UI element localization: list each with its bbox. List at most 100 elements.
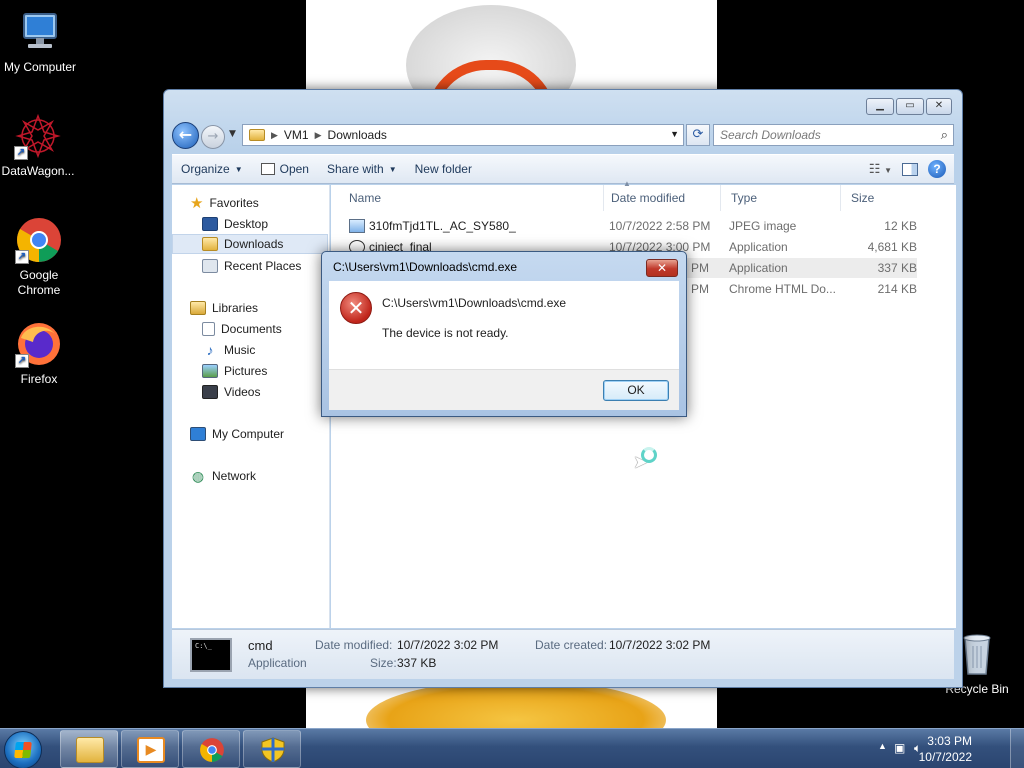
computer-icon	[16, 8, 64, 56]
clock-date[interactable]: 10/7/2022	[919, 750, 972, 764]
change-view-icon[interactable]: ☷ ▼	[869, 161, 892, 177]
dialog-path: C:\Users\vm1\Downloads\cmd.exe	[382, 296, 567, 310]
taskbar-security-button[interactable]	[243, 730, 301, 768]
details-size: 337 KB	[397, 656, 437, 670]
column-label: Name	[349, 191, 382, 205]
shortcut-arrow-icon: ↗	[15, 354, 29, 368]
libraries-icon	[190, 301, 206, 315]
desktop-icon-firefox[interactable]: ↗ Firefox	[0, 320, 79, 387]
nav-item-documents[interactable]: Documents	[202, 319, 282, 339]
refresh-button[interactable]: ⟳	[686, 124, 710, 146]
share-with-button[interactable]: Share with ▼	[318, 155, 406, 183]
recent-pages-dropdown[interactable]: ▼	[229, 129, 236, 139]
nav-item-music[interactable]: ♪ Music	[202, 340, 256, 360]
navigation-pane: ★ Favorites Desktop Downloads Recent Plac…	[172, 185, 330, 628]
explorer-folder-icon	[76, 737, 104, 763]
nav-label: Favorites	[209, 196, 259, 210]
address-bar[interactable]: ▶ VM1 ▶ Downloads ▼	[242, 124, 684, 146]
new-folder-button[interactable]: New folder	[406, 155, 481, 183]
dialog-close-button[interactable]: ✕	[646, 259, 678, 277]
desktop-icon-datawagon[interactable]: ↗ DataWagon...	[0, 112, 78, 179]
organize-button[interactable]: Organize ▼	[172, 155, 252, 183]
column-header-name[interactable]: Name	[339, 185, 604, 211]
column-header-type[interactable]: Type	[721, 185, 841, 211]
music-icon: ♪	[206, 342, 214, 358]
details-pane: C:\_ cmd Application Date modified: 10/7…	[172, 629, 954, 679]
computer-icon	[190, 427, 206, 441]
ok-button[interactable]: OK	[603, 380, 669, 401]
nav-label: Network	[212, 469, 257, 483]
file-row[interactable]: 310fmTjd1TL._AC_SY580_ 10/7/2022 2:58 PM…	[335, 216, 917, 236]
file-date: 10/7/2022 2:58 PM	[609, 219, 711, 233]
file-date: PM	[691, 261, 709, 275]
desktop-icon-label: DataWagon...	[1, 164, 75, 178]
shield-icon	[259, 737, 287, 763]
cmd-thumbnail-icon: C:\_	[190, 638, 232, 672]
dialog-message: The device is not ready.	[382, 326, 509, 340]
network-tray-icon[interactable]: ▣	[894, 741, 905, 755]
back-button[interactable]: ←	[172, 122, 199, 149]
clock-time[interactable]: 3:03 PM	[927, 734, 972, 748]
details-date-created: 10/7/2022 3:02 PM	[609, 638, 711, 652]
chrome-icon	[198, 737, 226, 763]
help-icon[interactable]: ?	[928, 160, 946, 178]
column-label: Size	[851, 191, 875, 205]
search-input[interactable]: Search Downloads ⌕	[713, 124, 954, 146]
column-header-date-modified[interactable]: Date modified	[601, 185, 721, 211]
chevron-down-icon[interactable]: ▼	[670, 129, 679, 139]
taskbar-media-player-button[interactable]: ▶	[121, 730, 179, 768]
system-tray: ▲ ▣ 🔈︎ 3:03 PM 10/7/2022	[864, 729, 1024, 768]
new-folder-label: New folder	[414, 162, 472, 176]
desktop-icon-chrome[interactable]: ↗ Google Chrome	[0, 216, 79, 298]
file-type: Chrome HTML Do...	[729, 282, 836, 296]
open-icon	[260, 163, 275, 175]
maximize-button[interactable]: ▭	[896, 98, 924, 115]
open-button[interactable]: Open	[252, 155, 318, 183]
forward-button[interactable]: →	[201, 125, 225, 149]
close-button[interactable]: ✕	[926, 98, 952, 115]
details-file-kind: Application	[248, 656, 307, 670]
network-icon: ◍	[191, 467, 205, 484]
error-dialog[interactable]: C:\Users\vm1\Downloads\cmd.exe ✕ ✕ C:\Us…	[321, 251, 687, 417]
desktop-icon-my-computer[interactable]: My Computer	[0, 8, 80, 75]
nav-item-my-computer[interactable]: My Computer	[190, 424, 284, 444]
nav-item-recent-places[interactable]: Recent Places	[202, 256, 301, 276]
nav-item-desktop[interactable]: Desktop	[202, 214, 268, 234]
details-file-name: cmd	[248, 638, 273, 653]
taskbar-explorer-button[interactable]	[60, 730, 118, 768]
shortcut-arrow-icon: ↗	[14, 146, 28, 160]
nav-item-libraries[interactable]: Libraries	[190, 298, 258, 318]
nav-item-network[interactable]: ◍ Network	[190, 466, 256, 486]
minimize-button[interactable]: ▁	[866, 98, 894, 115]
organize-label: Organize	[181, 162, 230, 176]
file-type: JPEG image	[729, 219, 797, 233]
nav-label: Recent Places	[224, 259, 302, 273]
nav-label: Music	[224, 343, 256, 357]
breadcrumb-vm1[interactable]: VM1	[284, 128, 309, 142]
videos-icon	[202, 385, 218, 399]
show-desktop-button[interactable]	[1010, 729, 1024, 768]
nav-label: Videos	[224, 385, 261, 399]
dialog-body: ✕ C:\Users\vm1\Downloads\cmd.exe The dev…	[329, 281, 679, 369]
chrome-icon: ↗	[15, 216, 63, 264]
search-icon[interactable]: ⌕	[941, 127, 948, 143]
column-header-size[interactable]: Size	[841, 185, 917, 211]
chevron-down-icon: ▼	[388, 164, 397, 174]
nav-item-videos[interactable]: Videos	[202, 382, 260, 402]
dialog-title: C:\Users\vm1\Downloads\cmd.exe	[333, 260, 518, 274]
media-player-icon: ▶	[137, 737, 165, 763]
star-icon: ★	[190, 195, 204, 212]
taskbar: ▶ ▲ ▣ 🔈︎ 3:03 PM 10/7/2022	[0, 728, 1024, 768]
search-placeholder: Search Downloads	[720, 128, 821, 142]
nav-item-favorites[interactable]: ★ Favorites	[190, 193, 259, 213]
downloads-folder-icon	[202, 237, 218, 251]
busy-indicator-icon	[641, 447, 657, 463]
nav-item-downloads[interactable]: Downloads	[172, 234, 328, 254]
taskbar-chrome-button[interactable]	[182, 730, 240, 768]
desktop-icon	[202, 217, 218, 231]
preview-pane-icon[interactable]	[902, 162, 918, 176]
breadcrumb-downloads[interactable]: Downloads	[328, 128, 387, 142]
nav-item-pictures[interactable]: Pictures	[202, 361, 267, 381]
start-button[interactable]	[4, 731, 42, 768]
show-hidden-icons-icon[interactable]: ▲	[878, 741, 887, 751]
